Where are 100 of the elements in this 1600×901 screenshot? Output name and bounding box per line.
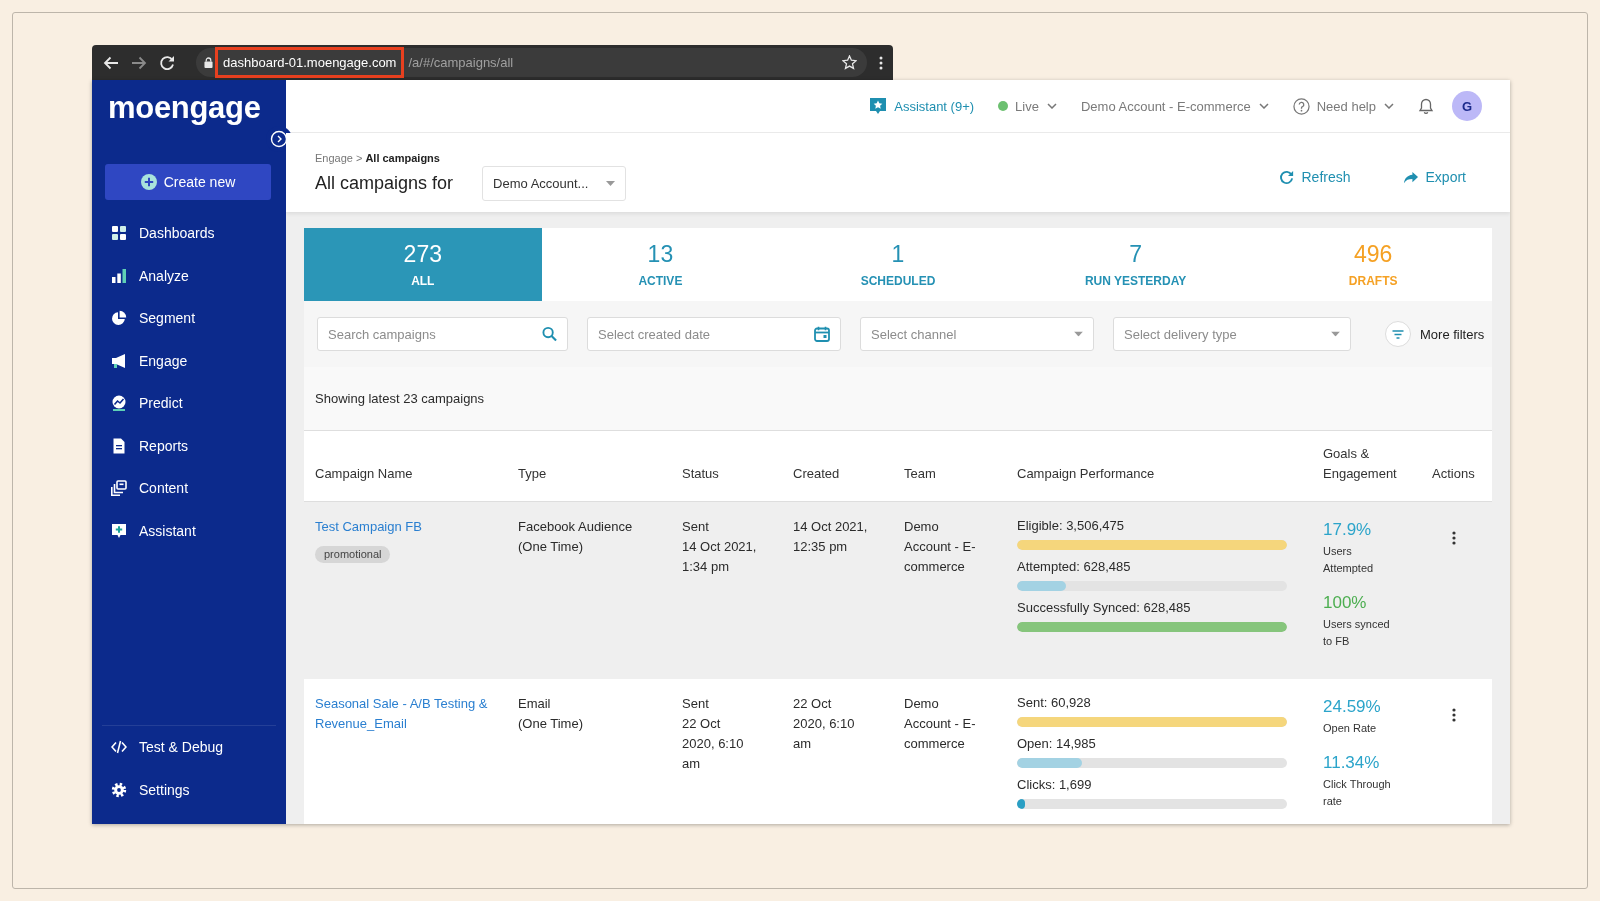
metric-label: Open: 14,985 <box>1017 735 1097 753</box>
environment-dropdown[interactable]: Live <box>998 98 1057 114</box>
goal-value: 24.59% <box>1323 696 1382 718</box>
stacked-squares-icon <box>111 480 127 497</box>
more-vertical-icon[interactable] <box>1452 531 1456 545</box>
caret-down-icon <box>606 181 616 186</box>
column-header: Campaign Name <box>315 465 414 483</box>
help-icon <box>1292 97 1310 115</box>
table-cell-text: Email (One Time) <box>518 695 584 733</box>
plus-circle-icon <box>140 174 157 190</box>
metric-label: Sent: 60,928 <box>1017 694 1092 712</box>
metric-label: Attempted: 628,485 <box>1017 558 1132 576</box>
sidebar-item[interactable]: Settings <box>102 768 276 811</box>
column-header: Status <box>682 465 720 483</box>
results-summary: Showing latest 23 campaigns <box>315 391 485 406</box>
sidebar-item[interactable]: Segment <box>92 297 286 340</box>
address-bar[interactable]: dashboard-01.moengage.com /a/#/campaigns/all <box>196 48 867 77</box>
goal-value: 11.34% <box>1323 752 1381 774</box>
goal-label: Click Through rate <box>1323 777 1392 809</box>
share-arrow-icon <box>1402 169 1419 185</box>
url-domain-text: dashboard-01.moengage.com <box>215 47 405 78</box>
sidebar-item[interactable]: Assistant <box>92 509 286 552</box>
table-cell-text: Sent 14 Oct 2021, 1:34 pm <box>682 518 758 576</box>
sidebar-item[interactable]: Engage <box>92 339 286 382</box>
logo: moengage <box>107 90 262 127</box>
column-header: Team <box>904 465 937 483</box>
sidebar-item[interactable]: Test & Debug <box>102 726 276 769</box>
bar-chart-icon <box>111 267 127 284</box>
star-icon[interactable] <box>842 55 857 70</box>
search-field[interactable]: Search campaigns <box>317 317 568 351</box>
metric-label: Eligible: 3,506,475 <box>1017 517 1125 535</box>
table-cell-text: 14 Oct 2021, 12:35 pm <box>793 518 869 556</box>
stat-tab[interactable]: 13 ACTIVE <box>541 228 780 301</box>
help-menu[interactable]: Need help <box>1292 97 1394 115</box>
campaign-tag: promotional <box>315 546 391 563</box>
campaign-link[interactable]: Test Campaign FB <box>315 517 422 537</box>
account-dropdown[interactable]: Demo Account... <box>482 166 627 201</box>
megaphone-icon <box>111 352 127 369</box>
back-arrow-icon[interactable] <box>103 54 119 71</box>
chevron-down-icon <box>1258 103 1269 109</box>
user-avatar[interactable]: G <box>1452 91 1482 121</box>
goal-label: Users Attempted <box>1323 544 1375 576</box>
code-icon <box>111 739 127 756</box>
search-icon <box>542 326 557 342</box>
chevron-down-icon <box>1384 103 1394 109</box>
column-header: Created <box>793 465 841 483</box>
goal-label: Users synced to FB <box>1323 617 1391 649</box>
create-new-button[interactable]: Create new <box>105 164 271 200</box>
breadcrumb-separator: > <box>355 151 363 166</box>
settings-icon <box>111 781 127 798</box>
sidebar-item[interactable]: Content <box>92 467 286 510</box>
chevron-down-icon <box>1046 103 1057 109</box>
refresh-icon <box>1278 169 1295 185</box>
calendar-icon <box>814 326 830 342</box>
table-cell-text: 22 Oct 2020, 6:10 am <box>793 695 856 753</box>
forward-arrow-icon[interactable] <box>131 54 147 71</box>
account-switcher[interactable]: Demo Account - E-commerce <box>1080 98 1269 114</box>
goal-label: Open Rate <box>1323 721 1378 736</box>
page-title: All campaigns for <box>315 173 454 194</box>
reload-icon[interactable] <box>159 54 175 71</box>
campaign-link[interactable]: Seasonal Sale - A/B Testing & Revenue_Email <box>315 694 500 734</box>
table-cell-text: Facebook Audience (One Time) <box>518 518 634 556</box>
metric-label: Successfully Synced: 628,485 <box>1017 599 1192 617</box>
stat-tab[interactable]: 273 ALL <box>304 228 542 301</box>
goal-value: 100% <box>1323 592 1368 614</box>
column-header: Goals & Engagement <box>1323 445 1398 483</box>
column-header: Campaign Performance <box>1017 465 1156 483</box>
breadcrumb-current: All campaigns <box>365 151 440 166</box>
column-header: Actions <box>1432 465 1476 483</box>
dropdown-field[interactable]: Select delivery type <box>1113 317 1351 351</box>
breadcrumb-link[interactable]: Engage <box>315 150 353 166</box>
caret-down-icon <box>1331 331 1340 337</box>
filter-icon <box>1385 321 1411 347</box>
assistant-link[interactable]: Assistant (9+) <box>869 97 975 115</box>
lock-icon <box>204 57 213 68</box>
status-dot-icon <box>998 101 1009 111</box>
stat-tab[interactable]: 1 SCHEDULED <box>779 228 1017 301</box>
sidebar-item[interactable]: Reports <box>92 424 286 467</box>
export-button[interactable]: Export <box>1402 169 1466 185</box>
more-vertical-icon[interactable] <box>1452 708 1456 722</box>
table-cell-text: Sent 22 Oct 2020, 6:10 am <box>682 695 745 773</box>
caret-down-icon <box>1074 331 1083 337</box>
more-filters-button[interactable]: More filters <box>1385 321 1485 347</box>
bell-icon[interactable] <box>1418 97 1434 115</box>
metric-label: Clicks: 1,699 <box>1017 776 1093 794</box>
refresh-button[interactable]: Refresh <box>1278 169 1351 185</box>
goal-value: 17.9% <box>1323 519 1373 541</box>
column-header: Type <box>518 465 548 483</box>
sidebar-item[interactable]: Analyze <box>92 254 286 297</box>
sidebar-item[interactable]: Predict <box>92 382 286 425</box>
more-vertical-icon[interactable] <box>879 55 883 70</box>
sidebar-item[interactable]: Dashboards <box>92 212 286 255</box>
grid-icon <box>111 225 127 242</box>
table-cell-text: Demo Account - E-commerce <box>904 518 977 576</box>
table-cell-text: Demo Account - E-commerce <box>904 695 977 753</box>
star-badge-icon <box>869 97 888 115</box>
stat-tab[interactable]: 7 RUN YESTERDAY <box>1016 228 1255 301</box>
chat-plus-icon <box>111 522 127 539</box>
date-field[interactable]: Select created date <box>587 317 841 351</box>
dropdown-field[interactable]: Select channel <box>860 317 1094 351</box>
